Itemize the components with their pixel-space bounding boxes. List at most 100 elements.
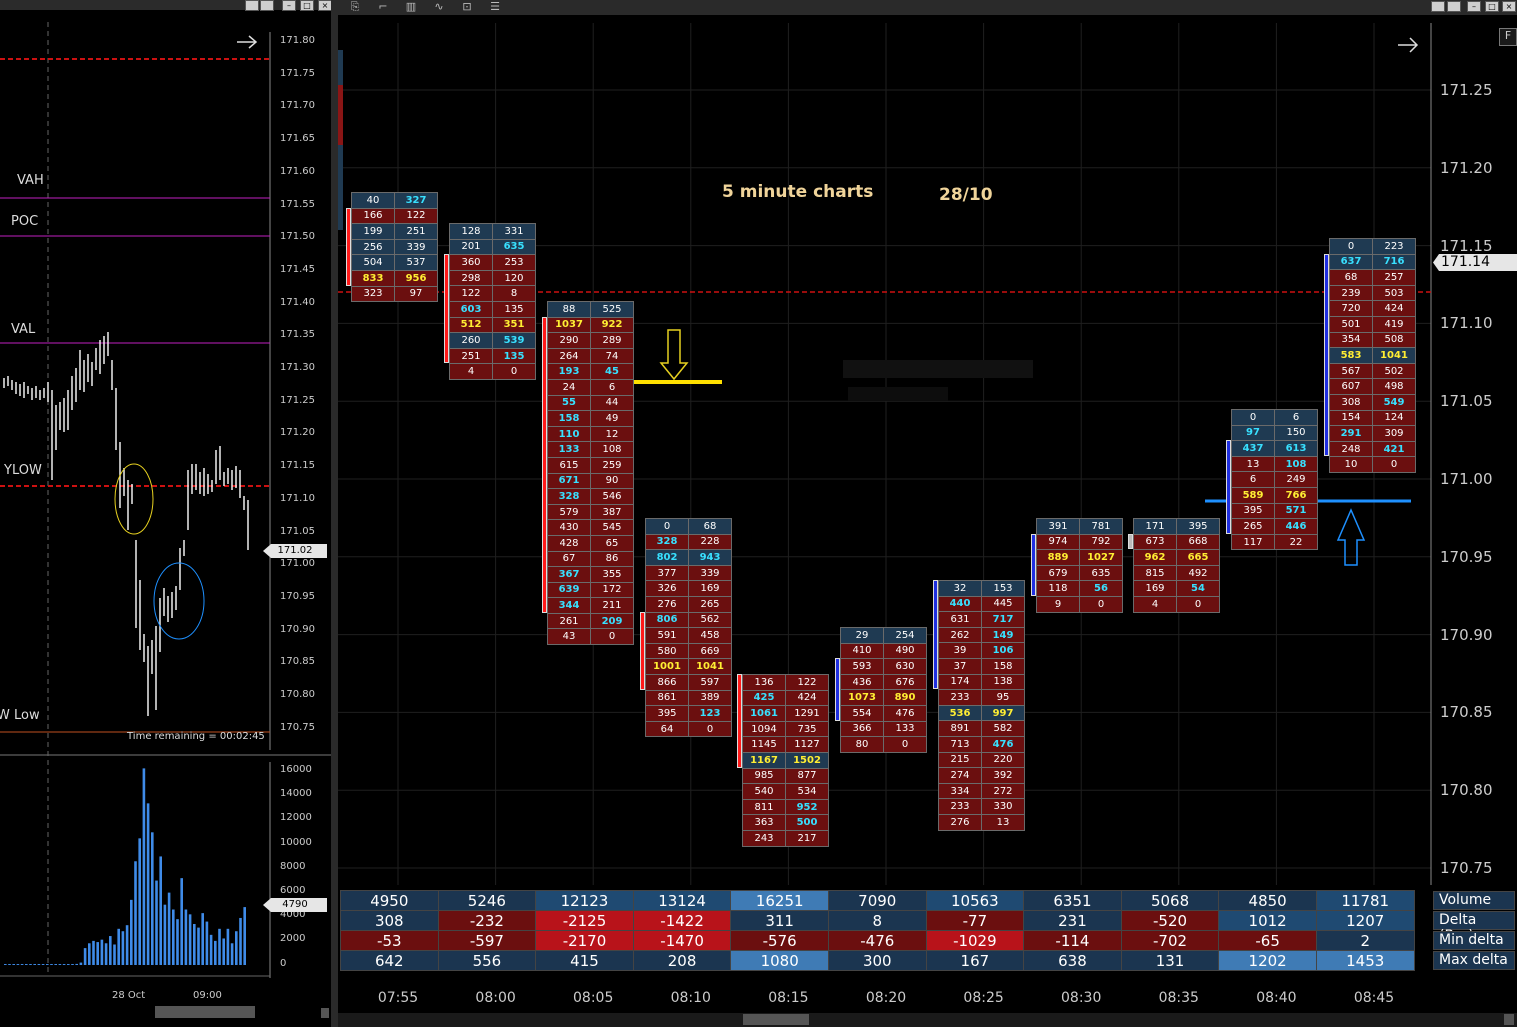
ask-volume-cell: 421	[1372, 440, 1416, 458]
bid-volume-cell: 639	[547, 581, 591, 599]
ask-volume-cell: 120	[492, 269, 536, 287]
left-volume-tick: 0	[280, 957, 287, 969]
bar-chart-icon[interactable]: ▥	[403, 0, 419, 14]
stat-cell: 7090	[827, 890, 927, 911]
bid-volume-cell: 260	[449, 332, 493, 349]
bar-side-marker	[640, 611, 645, 690]
ask-volume-cell: 1027	[1079, 549, 1123, 566]
footprint-row: 593 630	[840, 658, 927, 675]
stat-cell: 8	[827, 910, 927, 931]
volume-bar	[159, 856, 162, 965]
main-minimize-icon[interactable]	[1431, 1, 1445, 12]
footprint-bar: 136 122 425 424 1061 1291 1094 735 1145 1127 1167 1…	[742, 674, 829, 847]
settings-icon[interactable]: ⎘	[347, 0, 363, 14]
bid-volume-cell: 9	[1036, 595, 1080, 613]
main-window-maximize-button[interactable]: □	[1485, 1, 1499, 12]
volume-bar	[214, 940, 217, 965]
ask-volume-cell: 546	[590, 488, 634, 505]
footprint-row: 861 389	[645, 689, 732, 707]
ask-volume-cell: 539	[492, 332, 536, 349]
bid-volume-cell: 32	[938, 580, 982, 597]
footprint-row: 891 582	[938, 720, 1025, 737]
stat-cell: 5246	[437, 890, 537, 911]
draw-tool-icon[interactable]: ⌐	[375, 0, 391, 14]
line-chart-icon[interactable]: ∿	[431, 0, 447, 14]
main-time-tick: 08:35	[1158, 990, 1199, 1006]
ask-volume-cell: 717	[981, 611, 1025, 628]
left-price-tick: 170.80	[280, 689, 315, 700]
stat-cell: 300	[827, 950, 927, 971]
bid-volume-cell: 344	[547, 597, 591, 614]
bid-volume-cell: 673	[1133, 533, 1177, 551]
footprint-row: 536 997	[938, 704, 1025, 722]
footprint-row: 67 86	[547, 550, 634, 568]
left-price-tick: 171.80	[280, 35, 315, 46]
footprint-row: 166 122	[351, 207, 438, 225]
ask-volume-cell: 13	[981, 813, 1025, 831]
ask-volume-cell: 498	[1372, 378, 1416, 395]
ask-volume-cell: 877	[785, 767, 829, 785]
bid-volume-cell: 395	[645, 705, 689, 722]
main-price-tick: 170.80	[1440, 781, 1493, 800]
bid-volume-cell: 720	[1329, 300, 1373, 317]
bar-side-marker	[933, 580, 938, 690]
stat-cell: -1470	[632, 930, 732, 951]
footprint-row: 889 1027	[1036, 549, 1123, 566]
ask-volume-cell: 997	[981, 704, 1025, 722]
bid-volume-cell: 607	[1329, 378, 1373, 395]
volume-bar	[83, 948, 87, 965]
indicator-icon[interactable]: ⊡	[459, 0, 475, 14]
footprint-row: 354 508	[1329, 331, 1416, 349]
bid-volume-cell: 251	[449, 347, 493, 365]
footprint-row: 171 395	[1133, 518, 1220, 535]
main-window-minimize-button[interactable]: –	[1467, 1, 1481, 12]
volume-bar	[79, 962, 83, 965]
bid-volume-cell: 133	[547, 441, 591, 458]
chart-flag-button[interactable]: F	[1499, 28, 1517, 46]
ask-volume-cell: 792	[1079, 533, 1123, 551]
bid-volume-cell: 512	[449, 316, 493, 334]
ask-volume-cell: 135	[492, 347, 536, 365]
left-current-price-badge: 171.02	[263, 544, 327, 558]
left-price-tick: 171.40	[280, 296, 315, 308]
footprint-row: 501 419	[1329, 315, 1416, 333]
volume-bar	[67, 964, 70, 965]
main-window-close-button[interactable]: ×	[1502, 1, 1516, 12]
ask-volume-cell: 6	[590, 378, 634, 396]
stat-row-volume: 4950 5246 12123 13124 16251 7090 10563 6351 5068…	[340, 890, 1415, 911]
list-icon[interactable]: ☰	[487, 0, 503, 14]
chart-title: 5 minute charts	[722, 182, 874, 202]
bid-volume-cell: 631	[938, 611, 982, 628]
volume-bar	[230, 943, 234, 965]
ask-volume-cell: 217	[785, 829, 829, 847]
bid-volume-cell: 615	[547, 456, 591, 474]
window-splitter[interactable]	[331, 0, 338, 1027]
footprint-row: 425 424	[742, 689, 829, 707]
main-restore-icon[interactable]	[1447, 1, 1461, 12]
ask-volume-cell: 943	[688, 549, 732, 566]
bid-volume-cell: 4	[449, 363, 493, 380]
left-price-tick: 171.30	[280, 362, 315, 373]
volume-bar	[58, 964, 62, 965]
bid-volume-cell: 391	[1036, 518, 1080, 535]
main-chart-canvas	[338, 23, 1517, 1027]
ask-volume-cell: 676	[883, 673, 927, 691]
ask-volume-cell: 56	[1079, 580, 1123, 597]
footprint-row: 334 272	[938, 782, 1025, 800]
stat-cell: 311	[730, 910, 829, 931]
left-price-tick: 170.85	[280, 656, 315, 668]
left-price-tick: 171.05	[280, 525, 315, 537]
bid-volume-cell: 166	[351, 207, 395, 225]
stat-cell: 556	[437, 950, 537, 971]
ask-volume-cell: 153	[981, 580, 1025, 597]
footprint-row: 437 613	[1231, 440, 1318, 457]
volume-bar	[8, 964, 11, 965]
volume-bar	[50, 964, 53, 965]
stat-cell: 1453	[1315, 950, 1415, 971]
footprint-row: 1094 735	[742, 720, 829, 738]
left-price-tick: 171.55	[280, 198, 315, 210]
footprint-bar: 0 6 97 150 437 613 13 108 6 249 589 766 395 571 265 446…	[1231, 409, 1318, 551]
bid-volume-cell: 504	[351, 254, 395, 271]
bid-volume-cell: 154	[1329, 409, 1373, 427]
ask-volume-cell: 95	[981, 689, 1025, 706]
